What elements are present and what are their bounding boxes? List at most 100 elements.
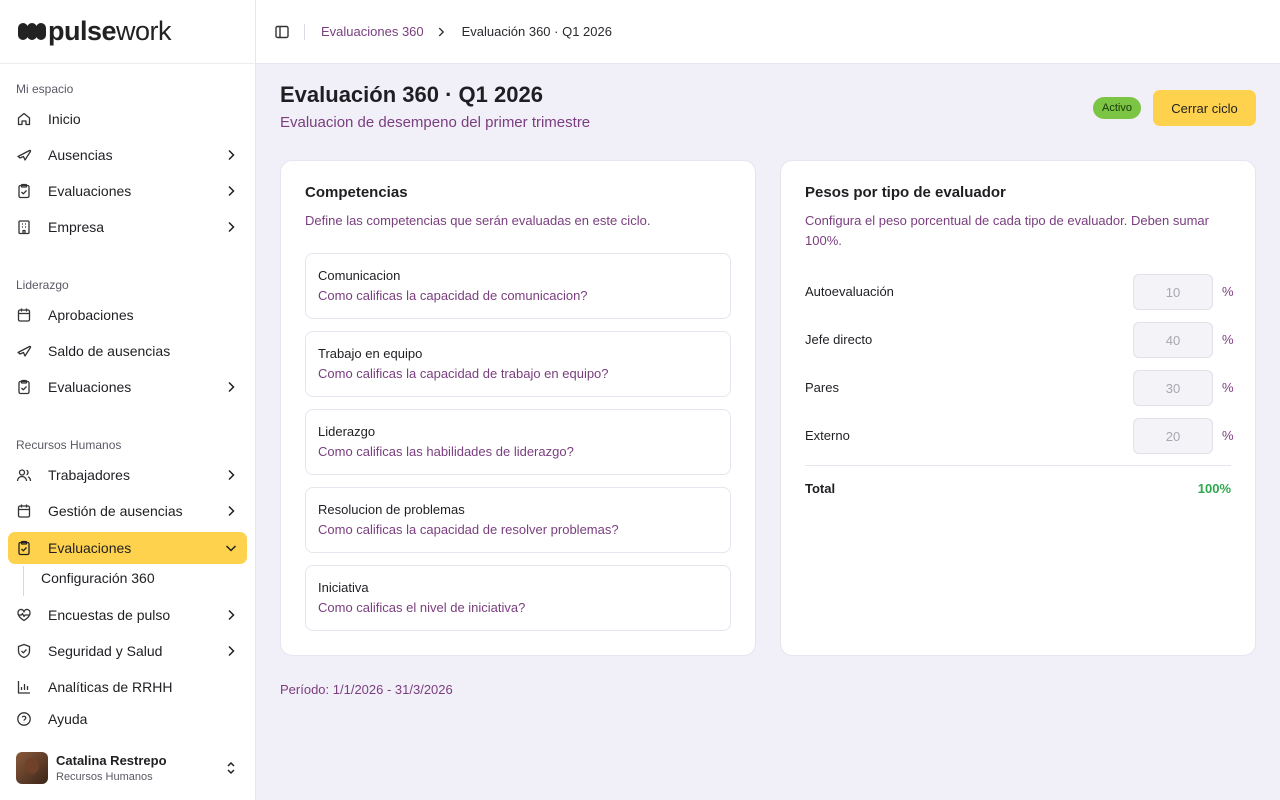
clipboard-check-icon (16, 540, 32, 556)
sidebar-toggle-icon[interactable] (274, 24, 290, 40)
competency-name: Comunicacion (318, 268, 401, 283)
weight-label: Externo (805, 428, 850, 443)
building-icon (16, 219, 32, 235)
logo-mark-icon (18, 23, 46, 40)
competency-item[interactable]: Trabajo en equipo Como calificas la capa… (305, 331, 731, 397)
card-title: Pesos por tipo de evaluador (805, 184, 1006, 201)
chevron-right-icon (228, 149, 235, 161)
total-label: Total (805, 481, 836, 496)
competency-item[interactable]: Resolucion de problemas Como calificas l… (305, 487, 731, 553)
breadcrumb-parent-link[interactable]: Evaluaciones 360 (321, 24, 424, 39)
sidebar-item-ayuda[interactable]: Ayuda (8, 703, 247, 735)
percent-unit: % (1222, 332, 1234, 347)
competency-question: Como calificas el nivel de iniciativa? (318, 600, 526, 615)
percent-unit: % (1222, 428, 1234, 443)
chevron-right-icon (228, 505, 235, 517)
avatar (16, 752, 48, 784)
weight-row: Externo % (805, 418, 1234, 454)
weight-label: Autoevaluación (805, 284, 894, 299)
shield-check-icon (16, 643, 32, 659)
sidebar-item-evaluaciones-rrhh[interactable]: Evaluaciones (8, 532, 247, 564)
sidebar-item-evaluaciones[interactable]: Evaluaciones (8, 175, 247, 207)
competency-question: Como calificas la capacidad de comunicac… (318, 288, 588, 303)
weight-label: Pares (805, 380, 839, 395)
sidebar-subitem-configuracion-360[interactable]: Configuración 360 (41, 570, 155, 586)
sidebar-item-analiticas[interactable]: Analíticas de RRHH (8, 671, 247, 703)
weight-input-autoevaluacion[interactable] (1133, 274, 1213, 310)
home-icon (16, 111, 32, 127)
sidebar-item-label: Inicio (48, 111, 81, 127)
sidebar-item-ausencias[interactable]: Ausencias (8, 139, 247, 171)
competency-item[interactable]: Comunicacion Como calificas la capacidad… (305, 253, 731, 319)
card-description: Configura el peso porcentual de cada tip… (805, 213, 1209, 248)
sidebar-item-label: Seguridad y Salud (48, 643, 163, 659)
sidebar-item-label: Aprobaciones (48, 307, 134, 323)
competency-question: Como calificas las habilidades de lidera… (318, 444, 574, 459)
competency-name: Liderazgo (318, 424, 376, 439)
chevron-down-icon (225, 545, 237, 552)
weight-input-pares[interactable] (1133, 370, 1213, 406)
total-value: 100% (1197, 481, 1231, 496)
sidebar: pulsework Mi espacio Inicio Ausencias Ev… (0, 0, 256, 800)
competency-name: Iniciativa (318, 580, 369, 595)
chevron-right-icon (228, 381, 235, 393)
sidebar-item-label: Gestión de ausencias (48, 503, 183, 519)
sidebar-item-empresa[interactable]: Empresa (8, 211, 247, 243)
competency-item[interactable]: Iniciativa Como calificas el nivel de in… (305, 565, 731, 631)
sidebar-item-saldo-ausencias[interactable]: Saldo de ausencias (8, 335, 247, 367)
page-subtitle: Evaluacion de desempeno del primer trime… (280, 114, 591, 131)
sidebar-item-trabajadores[interactable]: Trabajadores (8, 459, 247, 491)
competency-name: Trabajo en equipo (318, 346, 423, 361)
weight-input-externo[interactable] (1133, 418, 1213, 454)
user-menu[interactable]: Catalina Restrepo Recursos Humanos (16, 752, 247, 784)
competency-question: Como calificas la capacidad de trabajo e… (318, 366, 609, 381)
weights-card: Pesos por tipo de evaluador Configura el… (780, 160, 1256, 656)
clipboard-check-icon (16, 183, 32, 199)
brand-name-bold: pulse (48, 16, 117, 46)
competency-question: Como calificas la capacidad de resolver … (318, 522, 619, 537)
brand-logo[interactable]: pulsework (0, 0, 255, 64)
topbar: Evaluaciones 360 Evaluación 360 · Q1 202… (256, 0, 1280, 64)
chevron-right-icon (228, 469, 235, 481)
competency-item[interactable]: Liderazgo Como calificas las habilidades… (305, 409, 731, 475)
weight-row: Autoevaluación % (805, 274, 1234, 310)
sidebar-item-evaluaciones-liderazgo[interactable]: Evaluaciones (8, 371, 247, 403)
weight-row: Jefe directo % (805, 322, 1234, 358)
sidebar-item-label: Evaluaciones (48, 540, 132, 556)
section-label-mi-espacio: Mi espacio (16, 82, 74, 96)
chevrons-up-down-icon (227, 761, 235, 775)
section-label-rrhh: Recursos Humanos (16, 438, 122, 452)
user-role: Recursos Humanos (56, 771, 153, 783)
weight-row: Pares % (805, 370, 1234, 406)
bar-chart-icon (16, 679, 32, 695)
user-name: Catalina Restrepo (56, 753, 167, 768)
sidebar-item-label: Empresa (48, 219, 105, 235)
sidebar-item-encuestas-pulso[interactable]: Encuestas de pulso (8, 599, 247, 631)
sidebar-item-seguridad-salud[interactable]: Seguridad y Salud (8, 635, 247, 667)
calendar-icon (16, 307, 32, 323)
sidebar-item-label: Analíticas de RRHH (48, 679, 173, 695)
calendar-icon (16, 503, 32, 519)
competency-name: Resolucion de problemas (318, 502, 465, 517)
card-description: Define las competencias que serán evalua… (305, 213, 651, 228)
card-title: Competencias (305, 184, 408, 201)
plane-icon (16, 343, 32, 359)
sidebar-item-inicio[interactable]: Inicio (8, 103, 247, 135)
users-icon (16, 467, 32, 483)
percent-unit: % (1222, 380, 1234, 395)
chevron-right-icon (228, 221, 235, 233)
sidebar-item-gestion-ausencias[interactable]: Gestión de ausencias (8, 495, 247, 527)
page-title: Evaluación 360 · Q1 2026 (280, 82, 543, 107)
chevron-right-icon (438, 27, 444, 36)
sidebar-item-aprobaciones[interactable]: Aprobaciones (8, 299, 247, 331)
competencias-card: Competencias Define las competencias que… (280, 160, 756, 656)
sidebar-item-label: Ausencias (48, 147, 113, 163)
weight-label: Jefe directo (805, 332, 873, 347)
percent-unit: % (1222, 284, 1234, 299)
chevron-right-icon (228, 645, 235, 657)
close-cycle-button[interactable]: Cerrar ciclo (1153, 90, 1256, 126)
breadcrumb-current: Evaluación 360 · Q1 2026 (461, 24, 612, 39)
toolbar-divider (304, 23, 305, 40)
brand-name-light: work (116, 16, 172, 46)
weight-input-jefe-directo[interactable] (1133, 322, 1213, 358)
